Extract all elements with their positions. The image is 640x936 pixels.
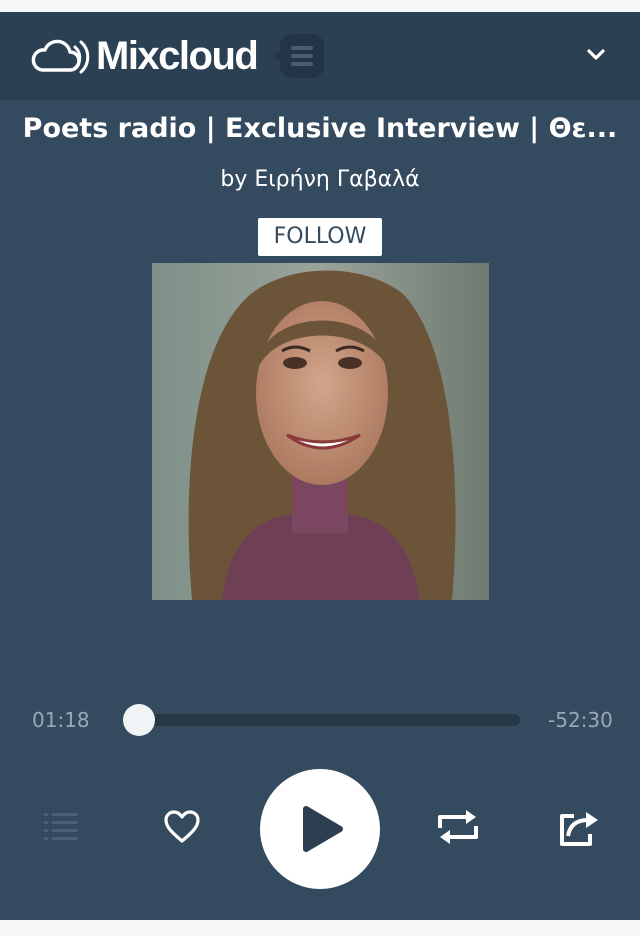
progress-track[interactable]	[126, 714, 520, 726]
remaining-time: -52:30	[548, 708, 613, 732]
menu-button[interactable]	[273, 34, 324, 78]
top-strip	[0, 0, 640, 12]
player-header: Mixcloud	[0, 12, 640, 100]
cloud-logo-icon	[31, 39, 90, 74]
show-title[interactable]: Poets radio | Exclusive Interview | Θε..…	[0, 112, 640, 146]
elapsed-time: 01:18	[32, 708, 90, 732]
progress-handle[interactable]	[123, 704, 156, 736]
mixcloud-player: Mixcloud Poets radio | Exclusive Intervi…	[0, 12, 640, 920]
menu-icon	[291, 46, 313, 66]
tracklist-icon[interactable]	[44, 810, 78, 844]
heart-icon[interactable]	[164, 810, 200, 844]
chevron-down-icon[interactable]	[584, 42, 608, 66]
cover-image	[152, 263, 489, 600]
show-byline[interactable]: by Ειρήνη Γαβαλά	[0, 165, 640, 195]
play-icon	[303, 806, 343, 852]
mixcloud-logo[interactable]: Mixcloud	[30, 34, 259, 78]
repeat-icon[interactable]	[436, 808, 480, 846]
follow-button[interactable]: FOLLOW	[258, 218, 382, 256]
play-button[interactable]	[260, 769, 380, 889]
share-icon[interactable]	[558, 808, 600, 848]
brand-name: Mixcloud	[96, 34, 259, 78]
bottom-strip	[0, 920, 640, 936]
